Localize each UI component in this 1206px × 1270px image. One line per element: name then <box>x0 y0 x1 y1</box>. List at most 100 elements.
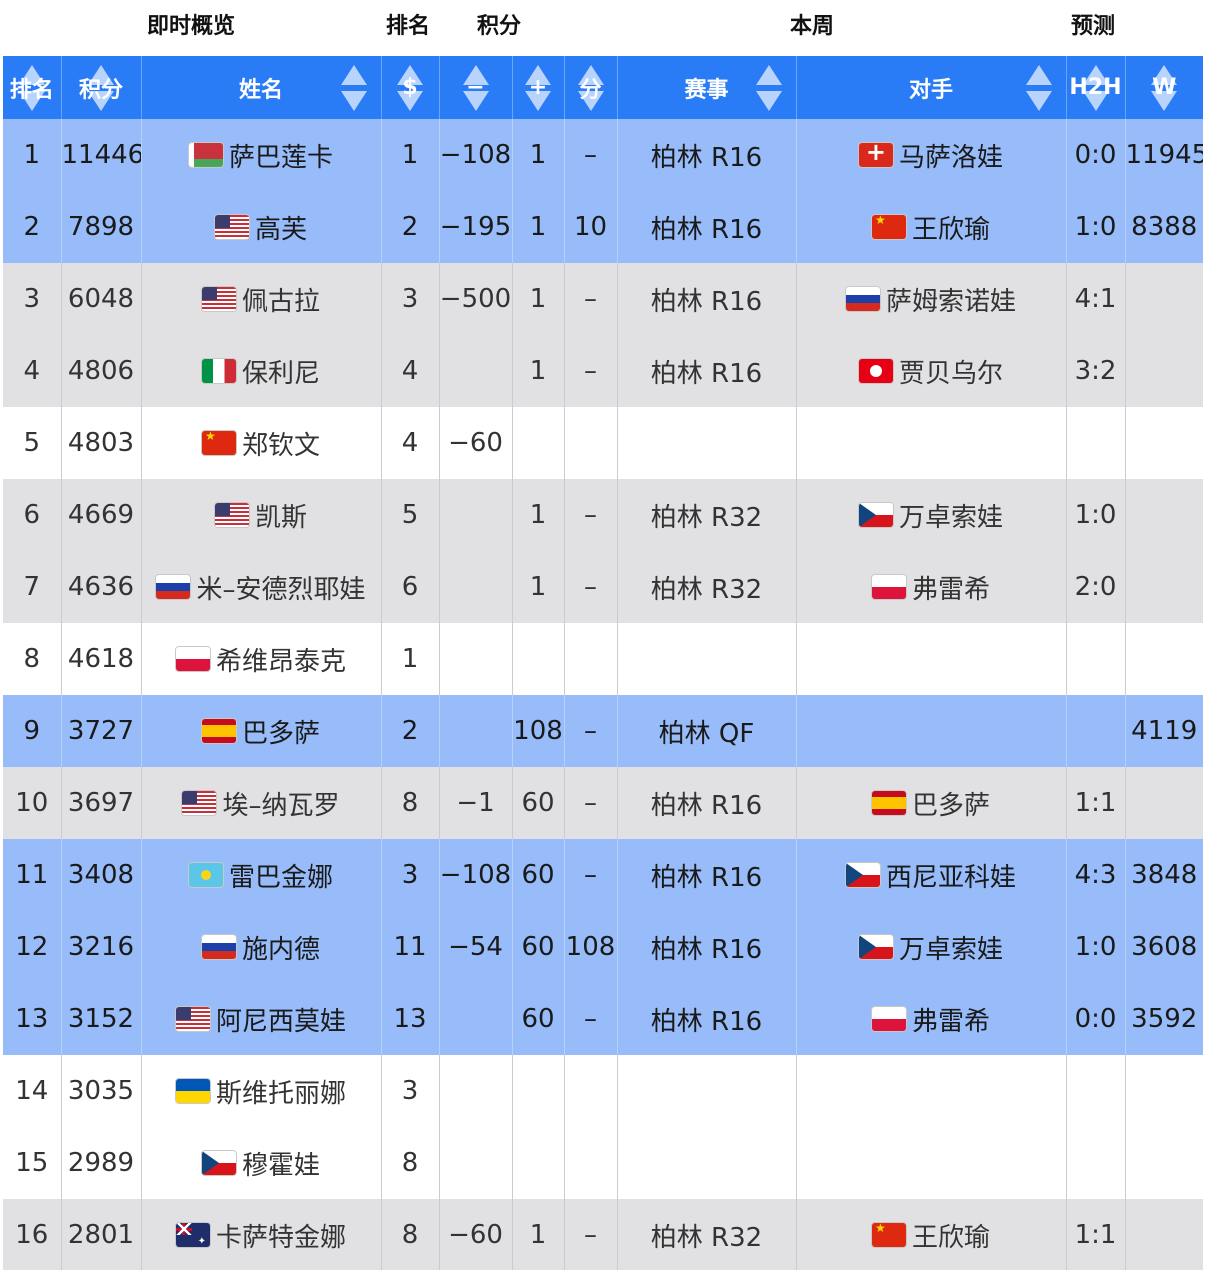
player-name-cell[interactable]: 巴多萨 <box>140 695 381 767</box>
opponent-cell[interactable]: 巴多萨 <box>795 767 1066 839</box>
column-header-points[interactable]: 积分 <box>60 56 141 119</box>
player-name-cell[interactable]: 郑钦文 <box>140 407 381 479</box>
w-cell <box>1124 551 1203 623</box>
table-row[interactable]: 4 4806 保利尼 4 1– 柏林 R16 贾贝乌尔 3:2 <box>3 335 1203 407</box>
table-row[interactable]: 7 4636 米–安德烈耶娃 6 1– 柏林 R32 弗雷希 2:0 <box>3 551 1203 623</box>
player-name-cell[interactable]: 雷巴金娜 <box>140 839 381 911</box>
column-header-rank-change[interactable]: $ <box>380 56 439 119</box>
column-header-opponent[interactable]: 对手 <box>795 56 1066 119</box>
points-cell: 3727 <box>60 695 141 767</box>
score-cell <box>563 1127 617 1199</box>
opponent-cell[interactable] <box>795 407 1066 479</box>
rank-cell: 9 <box>3 695 61 767</box>
player-name-cell[interactable]: 施内德 <box>140 911 381 983</box>
opponent-cell[interactable]: 弗雷希 <box>795 551 1066 623</box>
opponent-cell[interactable]: 王欣瑜 <box>795 191 1066 263</box>
column-header-name[interactable]: 姓名 <box>140 56 381 119</box>
points-minus-cell: −60 <box>438 1199 512 1270</box>
rank-change-cell: 3 <box>380 263 439 335</box>
event-cell: 柏林 R16 <box>616 911 796 983</box>
player-name-cell[interactable]: 佩古拉 <box>140 263 381 335</box>
w-cell <box>1124 407 1203 479</box>
opponent-cell[interactable]: 万卓索娃 <box>795 911 1066 983</box>
player-name-cell[interactable]: 阿尼西莫娃 <box>140 983 381 1055</box>
opponent-cell[interactable]: 萨姆索诺娃 <box>795 263 1066 335</box>
opponent-cell[interactable]: 万卓索娃 <box>795 479 1066 551</box>
player-name-cell[interactable]: 埃–纳瓦罗 <box>140 767 381 839</box>
table-row[interactable]: 27898高芙2−195110柏林 R16王欣瑜1:08388 <box>3 191 1203 263</box>
points-cell: 7898 <box>60 191 141 263</box>
opponent-cell[interactable]: 马萨洛娃 <box>795 119 1066 191</box>
flag-us-icon <box>214 503 249 527</box>
column-header-plus[interactable]: + <box>511 56 564 119</box>
rank-change-cell: 4 <box>380 335 439 407</box>
sort-arrows-icon <box>1025 65 1052 111</box>
player-name-cell[interactable]: 凯斯 <box>140 479 381 551</box>
player-name-cell[interactable]: 保利尼 <box>140 335 381 407</box>
rank-change-cell: 2 <box>380 191 439 263</box>
rank-cell: 4 <box>3 335 61 407</box>
opponent-name: 王欣瑜 <box>911 214 990 245</box>
column-header-rank[interactable]: 排名 <box>3 56 61 119</box>
table-row[interactable]: 111446萨巴莲卡1−1081–柏林 R16马萨洛娃0:011945 <box>3 119 1203 191</box>
points-cell: 3152 <box>60 983 141 1055</box>
table-row[interactable]: 13 3152 阿尼西莫娃 13 60– 柏林 R16 弗雷希 0:0 3592 <box>3 983 1203 1055</box>
table-row[interactable]: 3 6048 佩古拉 3 −500 1– 柏林 R16 萨姆索诺娃 4:1 <box>3 263 1203 335</box>
table-row[interactable]: 8 4618 希维昂泰克 1 <box>3 623 1203 695</box>
opponent-name: 马萨洛娃 <box>898 142 1003 173</box>
table-row[interactable]: 9 3727 巴多萨 2 108– 柏林 QF 4119 <box>3 695 1203 767</box>
table-row[interactable]: 11 3408 雷巴金娜 3 −108 60– 柏林 R16 西尼亚科娃 4:3 3848 <box>3 839 1203 911</box>
table-row[interactable]: 15 2989 穆霍娃 8 <box>3 1127 1203 1199</box>
column-header-minus[interactable]: − <box>438 56 512 119</box>
points-plus-cell: 1 <box>511 335 564 407</box>
flag-ua-icon <box>175 1079 210 1103</box>
table-row[interactable]: 6 4669 凯斯 5 1– 柏林 R32 万卓索娃 1:0 <box>3 479 1203 551</box>
points-plus-cell: 1 <box>511 1199 564 1270</box>
flag-cn-icon <box>871 215 906 239</box>
opponent-cell[interactable] <box>795 1055 1066 1127</box>
points-plus-cell: 1 <box>511 479 564 551</box>
opponent-cell[interactable]: 王欣瑜 <box>795 1199 1066 1270</box>
table-row[interactable]: 162801 卡萨特金娜 8−601–柏林 R32 王欣瑜 1:1 <box>3 1199 1203 1270</box>
opponent-cell[interactable] <box>795 1127 1066 1199</box>
player-name-cell[interactable]: 萨巴莲卡 <box>140 119 381 191</box>
player-name-cell[interactable]: 穆霍娃 <box>140 1127 381 1199</box>
opponent-cell[interactable] <box>795 623 1066 695</box>
rank-change-cell: 6 <box>380 551 439 623</box>
table-row[interactable]: 14 3035 斯维托丽娜 3 <box>3 1055 1203 1127</box>
h2h-cell: 1:0 <box>1065 191 1125 263</box>
player-name: 施内德 <box>241 934 320 965</box>
table-row[interactable]: 54803 郑钦文 4−60 <box>3 407 1203 479</box>
opponent-cell[interactable] <box>795 695 1066 767</box>
points-cell: 11446 <box>60 119 141 191</box>
w-cell <box>1124 263 1203 335</box>
opponent-cell[interactable]: 弗雷希 <box>795 983 1066 1055</box>
group-header-forecast: 预测 <box>1070 14 1116 39</box>
player-name-cell[interactable]: 斯维托丽娜 <box>140 1055 381 1127</box>
rank-cell: 2 <box>3 191 61 263</box>
player-name-cell[interactable]: 米–安德烈耶娃 <box>140 551 381 623</box>
points-minus-cell <box>438 551 512 623</box>
event-cell: 柏林 R16 <box>616 335 796 407</box>
table-row[interactable]: 10 3697 埃–纳瓦罗 8 −1 60– 柏林 R16 巴多萨 1:1 <box>3 767 1203 839</box>
player-name-cell[interactable]: 希维昂泰克 <box>140 623 381 695</box>
points-cell: 2801 <box>60 1199 141 1270</box>
flag-ch-icon <box>858 143 893 167</box>
points-cell: 4669 <box>60 479 141 551</box>
points-plus-cell: 1 <box>511 263 564 335</box>
column-header-w[interactable]: W <box>1124 56 1203 119</box>
opponent-cell[interactable]: 西尼亚科娃 <box>795 839 1066 911</box>
h2h-cell: 1:1 <box>1065 767 1125 839</box>
column-header-h2h[interactable]: H2H <box>1065 56 1125 119</box>
column-header-score[interactable]: 分 <box>563 56 617 119</box>
rank-cell: 5 <box>3 407 61 479</box>
column-header-event[interactable]: 赛事 <box>616 56 796 119</box>
rank-cell: 3 <box>3 263 61 335</box>
player-name-cell[interactable]: 卡萨特金娜 <box>140 1199 381 1270</box>
opponent-cell[interactable]: 贾贝乌尔 <box>795 335 1066 407</box>
rankings-body: 111446萨巴莲卡1−1081–柏林 R16马萨洛娃0:01194527898… <box>3 119 1203 1270</box>
player-name-cell[interactable]: 高芙 <box>140 191 381 263</box>
table-row[interactable]: 12 3216 施内德 11 −54 60 108 柏林 R16 万卓索娃 1:0 3608 <box>3 911 1203 983</box>
sort-arrows-icon <box>755 65 782 111</box>
player-name: 郑钦文 <box>241 430 320 461</box>
